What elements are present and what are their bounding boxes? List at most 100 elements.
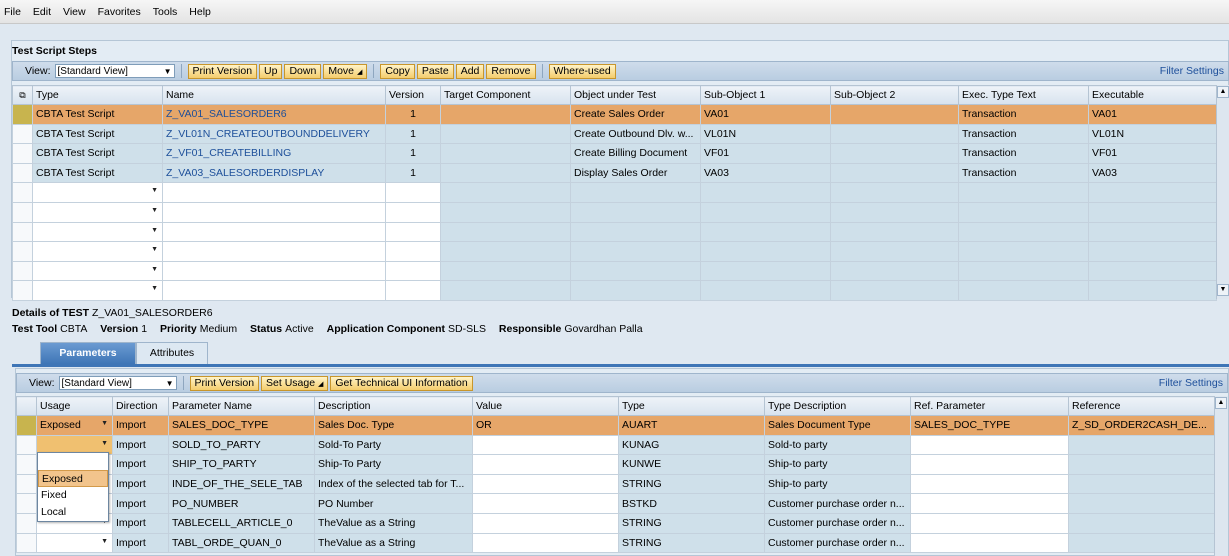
col-value[interactable]: Value xyxy=(472,396,619,416)
row-selector[interactable] xyxy=(12,104,33,125)
steps-view-select[interactable]: [Standard View] ▼ xyxy=(54,64,175,78)
empty-cell[interactable] xyxy=(162,182,386,203)
col-usage[interactable]: Usage xyxy=(36,396,113,416)
select-all-cell[interactable] xyxy=(16,396,37,416)
cell-reference[interactable] xyxy=(1068,493,1215,514)
row-selector[interactable] xyxy=(16,454,37,475)
cell-value[interactable] xyxy=(472,512,619,534)
row-selector[interactable] xyxy=(12,143,33,164)
cell-name-link[interactable]: Z_VA03_SALESORDERDISPLAY xyxy=(162,162,386,184)
col-target-component[interactable]: Target Component xyxy=(440,85,571,105)
cell-name-link[interactable]: Z_VA01_SALESORDER6 xyxy=(162,104,386,125)
row-selector[interactable] xyxy=(16,512,37,534)
up-button[interactable]: Up xyxy=(259,63,283,79)
empty-cell[interactable] xyxy=(385,241,441,262)
table-row[interactable]: Import SHIP_TO_PARTY Ship-To Party KUNWE… xyxy=(16,454,1215,475)
usage-dropdown[interactable]: Exposed xyxy=(36,415,113,436)
row-selector[interactable] xyxy=(12,123,33,145)
cell-name-link[interactable]: Z_VF01_CREATEBILLING xyxy=(162,143,386,164)
params-scrollbar[interactable]: ▲ xyxy=(1214,396,1228,556)
empty-cell[interactable] xyxy=(385,201,441,223)
empty-cell[interactable] xyxy=(385,182,441,203)
empty-cell[interactable] xyxy=(162,221,386,243)
cell-ref-parameter[interactable] xyxy=(910,512,1069,534)
menu-tools[interactable]: Tools xyxy=(153,6,178,18)
cell-value[interactable] xyxy=(472,454,619,475)
col-description[interactable]: Description xyxy=(314,396,473,416)
copy-button[interactable]: Copy xyxy=(380,63,415,79)
cell-ref-parameter[interactable]: SALES_DOC_TYPE xyxy=(910,415,1069,436)
tab-attributes[interactable]: Attributes xyxy=(136,342,208,364)
cell-reference[interactable] xyxy=(1068,532,1215,554)
col-ref-parameter[interactable]: Ref. Parameter xyxy=(910,396,1069,416)
empty-row[interactable] xyxy=(12,201,1217,223)
col-parameter-name[interactable]: Parameter Name xyxy=(168,396,315,416)
col-direction[interactable]: Direction xyxy=(112,396,169,416)
cell-value[interactable] xyxy=(472,493,619,514)
empty-row[interactable] xyxy=(12,182,1217,203)
menu-view[interactable]: View xyxy=(63,6,86,18)
cell-ref-parameter[interactable] xyxy=(910,532,1069,554)
scroll-down-icon[interactable]: ▼ xyxy=(1217,284,1229,296)
row-selector[interactable] xyxy=(12,241,33,262)
empty-cell[interactable] xyxy=(385,221,441,243)
cell-ref-parameter[interactable] xyxy=(910,493,1069,514)
col-exec-type-text[interactable]: Exec. Type Text xyxy=(958,85,1089,105)
scroll-up-icon[interactable]: ▲ xyxy=(1217,86,1229,98)
col-param-type[interactable]: Type xyxy=(618,396,765,416)
remove-button[interactable]: Remove xyxy=(486,63,536,79)
empty-cell[interactable] xyxy=(162,241,386,262)
col-type[interactable]: Type xyxy=(32,85,163,105)
empty-row[interactable] xyxy=(12,260,1217,282)
type-dropdown[interactable] xyxy=(32,201,163,223)
down-button[interactable]: Down xyxy=(284,63,322,79)
cell-ref-parameter[interactable] xyxy=(910,434,1069,456)
cell-value[interactable] xyxy=(472,434,619,456)
cell-name-link[interactable]: Z_VL01N_CREATEOUTBOUNDDELIVERY xyxy=(162,123,386,145)
dropdown-blank-option[interactable] xyxy=(38,453,108,470)
row-selector[interactable] xyxy=(12,260,33,282)
row-selector[interactable] xyxy=(12,280,33,301)
col-name[interactable]: Name xyxy=(162,85,386,105)
empty-cell[interactable] xyxy=(162,280,386,301)
col-reference[interactable]: Reference xyxy=(1068,396,1215,416)
col-executable[interactable]: Executable xyxy=(1088,85,1217,105)
table-row[interactable]: CBTA Test Script Z_VA03_SALESORDERDISPLA… xyxy=(12,162,1217,184)
type-dropdown[interactable] xyxy=(32,260,163,282)
table-row[interactable]: CBTA Test Script Z_VA01_SALESORDER6 1 Cr… xyxy=(12,104,1217,125)
cell-value[interactable]: OR xyxy=(472,415,619,436)
col-object-under-test[interactable]: Object under Test xyxy=(570,85,701,105)
cell-ref-parameter[interactable] xyxy=(910,454,1069,475)
usage-option-fixed[interactable]: Fixed xyxy=(38,487,108,504)
params-print-version-button[interactable]: Print Version xyxy=(189,375,260,391)
empty-cell[interactable] xyxy=(162,260,386,282)
empty-cell[interactable] xyxy=(162,201,386,223)
table-row[interactable]: CBTA Test Script Z_VF01_CREATEBILLING 1 … xyxy=(12,143,1217,164)
get-technical-ui-info-button[interactable]: Get Technical UI Information xyxy=(330,375,473,391)
cell-reference[interactable] xyxy=(1068,473,1215,495)
menu-file[interactable]: File xyxy=(4,6,21,18)
type-dropdown[interactable] xyxy=(32,280,163,301)
table-row[interactable]: Import TABL_ORDE_QUAN_0 TheValue as a St… xyxy=(16,532,1215,554)
usage-option-local[interactable]: Local xyxy=(38,504,108,521)
empty-row[interactable] xyxy=(12,280,1217,301)
print-version-button[interactable]: Print Version xyxy=(187,63,258,79)
table-row[interactable]: Import PO_NUMBER PO Number BSTKD Custome… xyxy=(16,493,1215,514)
cell-reference[interactable] xyxy=(1068,434,1215,456)
empty-cell[interactable] xyxy=(385,280,441,301)
paste-button[interactable]: Paste xyxy=(416,63,454,79)
row-selector[interactable] xyxy=(12,182,33,203)
empty-row[interactable] xyxy=(12,241,1217,262)
empty-row[interactable] xyxy=(12,221,1217,243)
row-selector[interactable] xyxy=(16,415,37,436)
table-row[interactable]: Exposed Import SALES_DOC_TYPE Sales Doc.… xyxy=(16,415,1215,436)
params-view-select[interactable]: [Standard View] ▼ xyxy=(58,376,177,390)
col-version[interactable]: Version xyxy=(385,85,441,105)
tab-parameters[interactable]: Parameters xyxy=(40,342,136,364)
cell-value[interactable] xyxy=(472,532,619,554)
table-row[interactable]: Import INDE_OF_THE_SELE_TAB Index of the… xyxy=(16,473,1215,495)
cell-value[interactable] xyxy=(472,473,619,495)
menu-edit[interactable]: Edit xyxy=(33,6,51,18)
set-usage-button[interactable]: Set Usage ◢ xyxy=(261,375,329,391)
col-sub-object-2[interactable]: Sub-Object 2 xyxy=(830,85,959,105)
